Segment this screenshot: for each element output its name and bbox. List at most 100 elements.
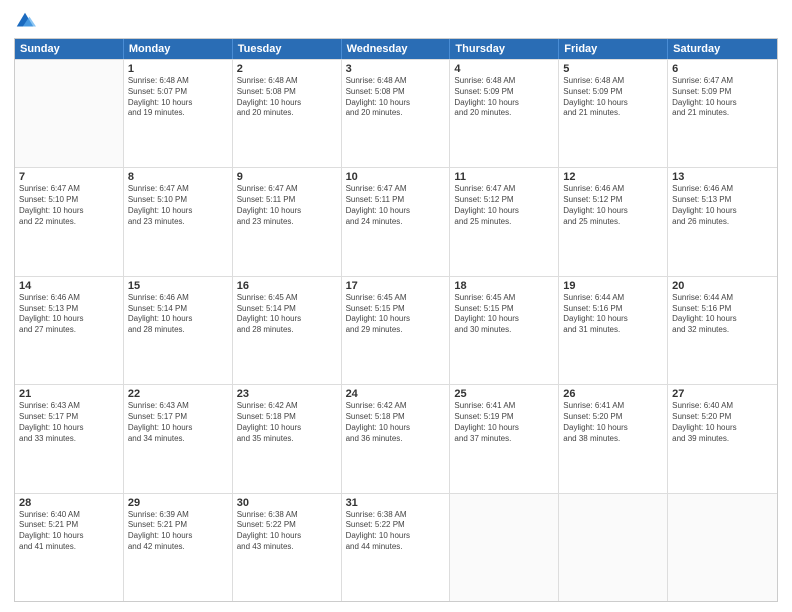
day-number: 3 <box>346 63 446 75</box>
day-info: Sunrise: 6:44 AM Sunset: 5:16 PM Dayligh… <box>563 293 663 336</box>
day-info: Sunrise: 6:40 AM Sunset: 5:20 PM Dayligh… <box>672 401 773 444</box>
calendar-cell-empty-4-4 <box>450 494 559 601</box>
calendar-cell-8: 8Sunrise: 6:47 AM Sunset: 5:10 PM Daylig… <box>124 168 233 275</box>
header-cell-wednesday: Wednesday <box>342 39 451 59</box>
day-info: Sunrise: 6:47 AM Sunset: 5:11 PM Dayligh… <box>346 184 446 227</box>
day-number: 19 <box>563 280 663 292</box>
calendar-cell-9: 9Sunrise: 6:47 AM Sunset: 5:11 PM Daylig… <box>233 168 342 275</box>
day-number: 13 <box>672 171 773 183</box>
header-cell-sunday: Sunday <box>15 39 124 59</box>
calendar-header: SundayMondayTuesdayWednesdayThursdayFrid… <box>15 39 777 59</box>
day-number: 25 <box>454 388 554 400</box>
logo <box>14 10 40 32</box>
calendar-cell-26: 26Sunrise: 6:41 AM Sunset: 5:20 PM Dayli… <box>559 385 668 492</box>
day-info: Sunrise: 6:48 AM Sunset: 5:09 PM Dayligh… <box>563 76 663 119</box>
calendar-cell-2: 2Sunrise: 6:48 AM Sunset: 5:08 PM Daylig… <box>233 60 342 167</box>
header-cell-saturday: Saturday <box>668 39 777 59</box>
day-info: Sunrise: 6:43 AM Sunset: 5:17 PM Dayligh… <box>128 401 228 444</box>
calendar-cell-18: 18Sunrise: 6:45 AM Sunset: 5:15 PM Dayli… <box>450 277 559 384</box>
day-number: 17 <box>346 280 446 292</box>
calendar-row-4: 28Sunrise: 6:40 AM Sunset: 5:21 PM Dayli… <box>15 493 777 601</box>
day-number: 11 <box>454 171 554 183</box>
day-info: Sunrise: 6:47 AM Sunset: 5:10 PM Dayligh… <box>128 184 228 227</box>
calendar-row-1: 7Sunrise: 6:47 AM Sunset: 5:10 PM Daylig… <box>15 167 777 275</box>
calendar-cell-25: 25Sunrise: 6:41 AM Sunset: 5:19 PM Dayli… <box>450 385 559 492</box>
calendar-row-0: 1Sunrise: 6:48 AM Sunset: 5:07 PM Daylig… <box>15 59 777 167</box>
logo-icon <box>14 10 36 32</box>
header <box>14 10 778 32</box>
day-number: 16 <box>237 280 337 292</box>
header-cell-tuesday: Tuesday <box>233 39 342 59</box>
calendar-cell-24: 24Sunrise: 6:42 AM Sunset: 5:18 PM Dayli… <box>342 385 451 492</box>
day-info: Sunrise: 6:46 AM Sunset: 5:13 PM Dayligh… <box>672 184 773 227</box>
calendar-cell-27: 27Sunrise: 6:40 AM Sunset: 5:20 PM Dayli… <box>668 385 777 492</box>
calendar-cell-28: 28Sunrise: 6:40 AM Sunset: 5:21 PM Dayli… <box>15 494 124 601</box>
day-info: Sunrise: 6:47 AM Sunset: 5:11 PM Dayligh… <box>237 184 337 227</box>
calendar-cell-12: 12Sunrise: 6:46 AM Sunset: 5:12 PM Dayli… <box>559 168 668 275</box>
header-cell-friday: Friday <box>559 39 668 59</box>
calendar-cell-6: 6Sunrise: 6:47 AM Sunset: 5:09 PM Daylig… <box>668 60 777 167</box>
calendar-cell-23: 23Sunrise: 6:42 AM Sunset: 5:18 PM Dayli… <box>233 385 342 492</box>
day-info: Sunrise: 6:45 AM Sunset: 5:15 PM Dayligh… <box>346 293 446 336</box>
day-number: 1 <box>128 63 228 75</box>
day-number: 10 <box>346 171 446 183</box>
day-number: 28 <box>19 497 119 509</box>
day-info: Sunrise: 6:42 AM Sunset: 5:18 PM Dayligh… <box>237 401 337 444</box>
calendar-row-2: 14Sunrise: 6:46 AM Sunset: 5:13 PM Dayli… <box>15 276 777 384</box>
calendar-cell-17: 17Sunrise: 6:45 AM Sunset: 5:15 PM Dayli… <box>342 277 451 384</box>
calendar-cell-29: 29Sunrise: 6:39 AM Sunset: 5:21 PM Dayli… <box>124 494 233 601</box>
day-number: 8 <box>128 171 228 183</box>
calendar-cell-19: 19Sunrise: 6:44 AM Sunset: 5:16 PM Dayli… <box>559 277 668 384</box>
calendar-cell-empty-0-0 <box>15 60 124 167</box>
day-info: Sunrise: 6:45 AM Sunset: 5:14 PM Dayligh… <box>237 293 337 336</box>
day-number: 18 <box>454 280 554 292</box>
day-number: 24 <box>346 388 446 400</box>
day-info: Sunrise: 6:41 AM Sunset: 5:20 PM Dayligh… <box>563 401 663 444</box>
calendar-cell-4: 4Sunrise: 6:48 AM Sunset: 5:09 PM Daylig… <box>450 60 559 167</box>
day-info: Sunrise: 6:47 AM Sunset: 5:10 PM Dayligh… <box>19 184 119 227</box>
calendar-cell-7: 7Sunrise: 6:47 AM Sunset: 5:10 PM Daylig… <box>15 168 124 275</box>
day-number: 4 <box>454 63 554 75</box>
calendar-cell-empty-4-5 <box>559 494 668 601</box>
calendar-cell-empty-4-6 <box>668 494 777 601</box>
day-info: Sunrise: 6:40 AM Sunset: 5:21 PM Dayligh… <box>19 510 119 553</box>
day-info: Sunrise: 6:45 AM Sunset: 5:15 PM Dayligh… <box>454 293 554 336</box>
day-info: Sunrise: 6:38 AM Sunset: 5:22 PM Dayligh… <box>346 510 446 553</box>
header-cell-thursday: Thursday <box>450 39 559 59</box>
day-number: 27 <box>672 388 773 400</box>
calendar-cell-20: 20Sunrise: 6:44 AM Sunset: 5:16 PM Dayli… <box>668 277 777 384</box>
day-number: 26 <box>563 388 663 400</box>
day-number: 5 <box>563 63 663 75</box>
day-number: 22 <box>128 388 228 400</box>
calendar-cell-1: 1Sunrise: 6:48 AM Sunset: 5:07 PM Daylig… <box>124 60 233 167</box>
calendar: SundayMondayTuesdayWednesdayThursdayFrid… <box>14 38 778 602</box>
day-info: Sunrise: 6:43 AM Sunset: 5:17 PM Dayligh… <box>19 401 119 444</box>
day-number: 2 <box>237 63 337 75</box>
day-info: Sunrise: 6:46 AM Sunset: 5:14 PM Dayligh… <box>128 293 228 336</box>
calendar-cell-15: 15Sunrise: 6:46 AM Sunset: 5:14 PM Dayli… <box>124 277 233 384</box>
header-cell-monday: Monday <box>124 39 233 59</box>
calendar-body: 1Sunrise: 6:48 AM Sunset: 5:07 PM Daylig… <box>15 59 777 601</box>
day-info: Sunrise: 6:38 AM Sunset: 5:22 PM Dayligh… <box>237 510 337 553</box>
calendar-row-3: 21Sunrise: 6:43 AM Sunset: 5:17 PM Dayli… <box>15 384 777 492</box>
day-info: Sunrise: 6:47 AM Sunset: 5:09 PM Dayligh… <box>672 76 773 119</box>
day-number: 12 <box>563 171 663 183</box>
day-number: 6 <box>672 63 773 75</box>
day-info: Sunrise: 6:42 AM Sunset: 5:18 PM Dayligh… <box>346 401 446 444</box>
calendar-cell-11: 11Sunrise: 6:47 AM Sunset: 5:12 PM Dayli… <box>450 168 559 275</box>
day-info: Sunrise: 6:48 AM Sunset: 5:08 PM Dayligh… <box>237 76 337 119</box>
day-info: Sunrise: 6:46 AM Sunset: 5:12 PM Dayligh… <box>563 184 663 227</box>
calendar-cell-31: 31Sunrise: 6:38 AM Sunset: 5:22 PM Dayli… <box>342 494 451 601</box>
day-number: 14 <box>19 280 119 292</box>
calendar-cell-22: 22Sunrise: 6:43 AM Sunset: 5:17 PM Dayli… <box>124 385 233 492</box>
calendar-cell-3: 3Sunrise: 6:48 AM Sunset: 5:08 PM Daylig… <box>342 60 451 167</box>
day-number: 29 <box>128 497 228 509</box>
day-info: Sunrise: 6:39 AM Sunset: 5:21 PM Dayligh… <box>128 510 228 553</box>
calendar-cell-13: 13Sunrise: 6:46 AM Sunset: 5:13 PM Dayli… <box>668 168 777 275</box>
day-number: 9 <box>237 171 337 183</box>
calendar-cell-16: 16Sunrise: 6:45 AM Sunset: 5:14 PM Dayli… <box>233 277 342 384</box>
calendar-cell-10: 10Sunrise: 6:47 AM Sunset: 5:11 PM Dayli… <box>342 168 451 275</box>
day-number: 15 <box>128 280 228 292</box>
day-info: Sunrise: 6:41 AM Sunset: 5:19 PM Dayligh… <box>454 401 554 444</box>
day-info: Sunrise: 6:48 AM Sunset: 5:09 PM Dayligh… <box>454 76 554 119</box>
